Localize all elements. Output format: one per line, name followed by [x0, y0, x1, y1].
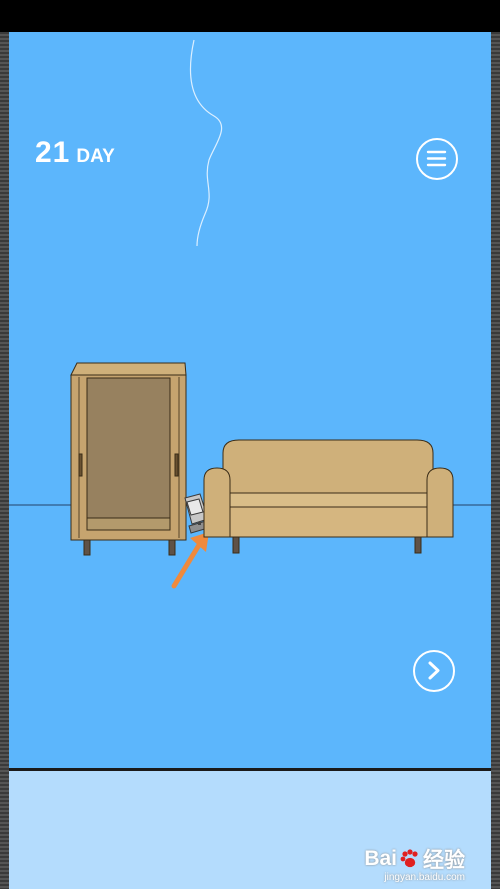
wardrobe[interactable]: [70, 362, 187, 556]
watermark: Bai 经验 jingyan.baidu.com: [364, 844, 465, 883]
day-label: DAY: [76, 146, 115, 167]
day-number: 21: [35, 136, 71, 169]
top-black-bar: [0, 0, 500, 32]
watermark-subtitle: jingyan.baidu.com: [384, 872, 465, 883]
watermark-brand-left: Bai: [364, 847, 397, 870]
inventory-panel[interactable]: Bai 经验 jingyan.baidu.com: [9, 771, 491, 889]
game-scene[interactable]: 21 DAY: [9, 32, 491, 768]
next-scene-button[interactable]: [413, 650, 455, 692]
smoke-wisp[interactable]: [189, 39, 223, 247]
paw-icon: [400, 849, 418, 868]
chevron-right-icon: [428, 661, 440, 680]
watermark-logo: Bai 经验: [364, 844, 465, 874]
left-phone-bezel: [0, 32, 9, 889]
sofa[interactable]: [203, 439, 454, 554]
hamburger-menu-icon: [426, 150, 447, 167]
right-phone-bezel: [491, 32, 500, 889]
menu-button[interactable]: [416, 138, 458, 180]
day-counter: 21 DAY: [35, 136, 115, 170]
watermark-brand-right: 经验: [423, 849, 465, 872]
